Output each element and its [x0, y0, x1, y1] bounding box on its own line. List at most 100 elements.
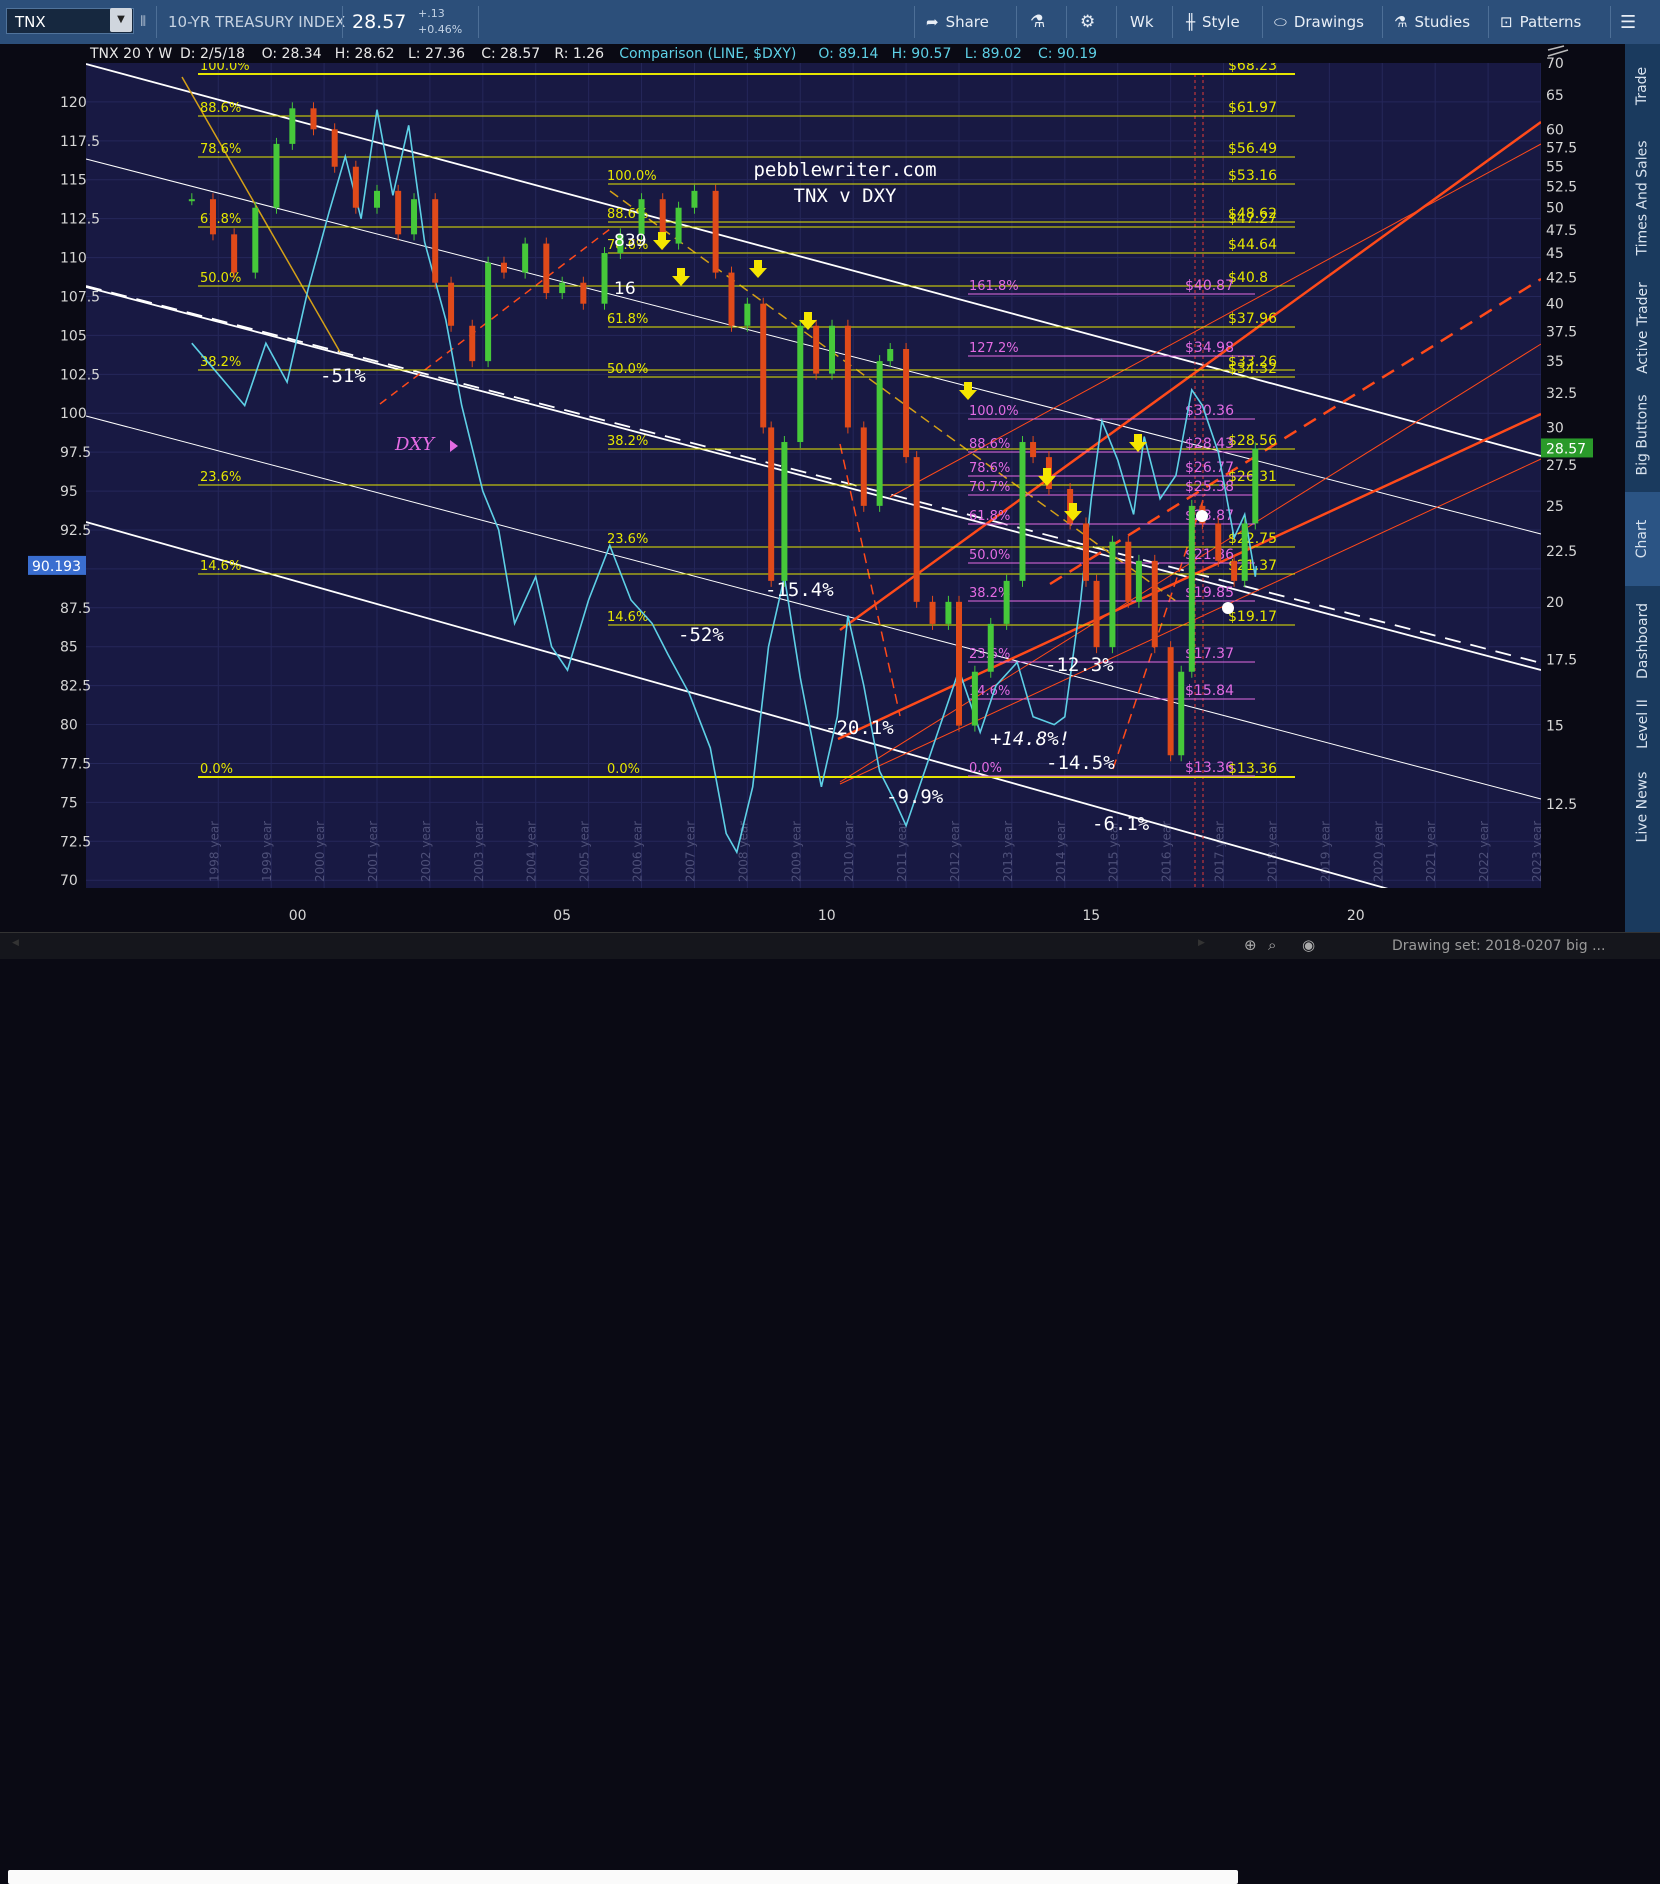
tnx-candle [675, 207, 682, 244]
year-label: 2009 year [789, 821, 803, 882]
eye-icon[interactable]: ◉ [1302, 936, 1315, 954]
dxy-label: DXY [394, 434, 436, 455]
tnx-candle [432, 199, 439, 283]
fib-label: 88.6% [200, 101, 241, 116]
left-tick: 105 [60, 328, 87, 344]
fib-price: $34.98 [1185, 340, 1234, 356]
fib-label: 88.6% [969, 437, 1010, 452]
symbol-text: TNX [15, 13, 46, 31]
side-tab-label: Trade [1634, 66, 1651, 106]
left-tick: 77.5 [60, 756, 91, 772]
candle-style-icon: ╫ [1186, 13, 1196, 31]
magnifier-icon[interactable]: ⌕ [1268, 936, 1276, 954]
chart-area[interactable]: 1998 year 1999 year 2000 year 2001 year 2002… [0, 44, 1625, 932]
pct-move-label: -6.1% [1092, 813, 1150, 835]
share-button[interactable]: ➦ Share [926, 0, 989, 44]
change-pct: +0.46% [418, 22, 463, 36]
year-label: 2005 year [578, 821, 592, 882]
pct-move-label: -14.5% [1046, 752, 1115, 774]
horizontal-scrollbar[interactable] [8, 1870, 1238, 1884]
tnx-last-text: 28.57 [1546, 441, 1586, 457]
gear-icon[interactable]: ⚙ [1080, 0, 1095, 44]
side-tab-label: Level II [1634, 699, 1651, 749]
tnx-candle [289, 108, 296, 144]
tnx-candle [913, 457, 920, 602]
aggregation-button[interactable]: Wk [1130, 0, 1154, 44]
fib-label: 61.8% [607, 312, 648, 327]
fib-label: 0.0% [200, 762, 233, 777]
chart-subtitle: TNX v DXY [794, 185, 898, 207]
studies-button[interactable]: ⚗ Studies [1394, 0, 1470, 44]
tnx-candle [712, 190, 719, 273]
side-tab-big-buttons[interactable]: Big Buttons [1625, 384, 1660, 486]
side-tab-chart[interactable]: Chart [1625, 492, 1660, 586]
left-tick: 82.5 [60, 679, 91, 695]
scroll-left-icon[interactable]: ◀ [12, 938, 19, 948]
tnx-candle [1167, 647, 1174, 756]
drawing-set-label[interactable]: Drawing set: 2018-0207 big ... [1392, 938, 1605, 954]
tnx-candle [1109, 541, 1116, 648]
side-tab-dashboard[interactable]: Dashboard [1625, 592, 1660, 690]
flask-icon[interactable]: ⚗ [1030, 0, 1045, 44]
fib-price: $48.62 [1228, 206, 1277, 222]
scroll-right-icon[interactable]: ▶ [1198, 938, 1205, 948]
right-tick: 70 [1546, 56, 1564, 72]
tnx-candle [1215, 523, 1222, 561]
zoom-in-icon[interactable]: ⊕ [1244, 936, 1257, 954]
legend-comp-item: H: 90.57 [892, 46, 952, 62]
year-label: 2000 year [313, 821, 327, 882]
tnx-candle [188, 199, 195, 202]
tnx-candle [601, 253, 608, 304]
side-tab-label: Times And Sales [1634, 140, 1651, 256]
link-icon[interactable]: ⦀ [140, 0, 146, 44]
year-label: 2004 year [525, 821, 539, 882]
symbol-dropdown-icon[interactable]: ▼ [110, 8, 132, 32]
side-tab-times-and-sales[interactable]: Times And Sales [1625, 124, 1660, 272]
tnx-candle [860, 427, 867, 506]
tnx-candle [728, 272, 735, 326]
pct-move-label: -20.1% [825, 717, 894, 739]
share-icon: ➦ [926, 13, 939, 31]
tnx-candle [1082, 523, 1089, 581]
tnx-candle [797, 325, 804, 443]
tnx-candle [395, 190, 402, 235]
side-tab-level-ii[interactable]: Level II [1625, 696, 1660, 752]
fib-price: $25.38 [1185, 479, 1234, 495]
tnx-candle [744, 303, 751, 326]
right-tick: 37.5 [1546, 324, 1577, 340]
chart-title: pebblewriter.com [753, 159, 936, 181]
fib-label: 0.0% [969, 761, 1002, 776]
fib-label: 100.0% [969, 404, 1019, 419]
dxy-last-text: 90.193 [32, 559, 81, 575]
side-tab-label: Chart [1634, 519, 1651, 559]
tnx-candle [971, 671, 978, 726]
patterns-button[interactable]: ⊡ Patterns [1500, 0, 1581, 44]
fib-label: 50.0% [607, 362, 648, 377]
year-label: 2016 year [1160, 821, 1174, 882]
tnx-candle [1188, 505, 1195, 672]
fib-label: 38.2% [200, 355, 241, 370]
left-tick: 95 [60, 484, 78, 500]
x-tick: 05 [553, 908, 571, 924]
drawings-button[interactable]: ⬭ Drawings [1274, 0, 1364, 44]
side-tab-live-news[interactable]: Live News [1625, 758, 1660, 856]
fib-price: $56.49 [1228, 141, 1277, 157]
right-tick: 47.5 [1546, 223, 1577, 239]
style-button[interactable]: ╫ Style [1186, 0, 1240, 44]
side-tab-label: Big Buttons [1634, 394, 1651, 476]
side-tab-active-trader[interactable]: Active Trader [1625, 278, 1660, 378]
side-tab-trade[interactable]: Trade [1625, 54, 1660, 118]
tnx-candle [760, 303, 767, 428]
tnx-candle [691, 190, 698, 208]
marker-dot [1196, 510, 1208, 522]
year-label: 2017 year [1213, 821, 1227, 882]
fib-label: 127.2% [969, 341, 1019, 356]
fib-label: 161.8% [969, 279, 1019, 294]
pct-move-label: -12.3% [1045, 654, 1114, 676]
legend-comp-item: O: 89.14 [818, 46, 878, 62]
menu-icon[interactable]: ☰ [1620, 0, 1636, 44]
tnx-candle [580, 282, 587, 304]
left-tick: 87.5 [60, 601, 91, 617]
tnx-candle [231, 234, 238, 273]
legend-item: R: 1.26 [554, 46, 604, 62]
